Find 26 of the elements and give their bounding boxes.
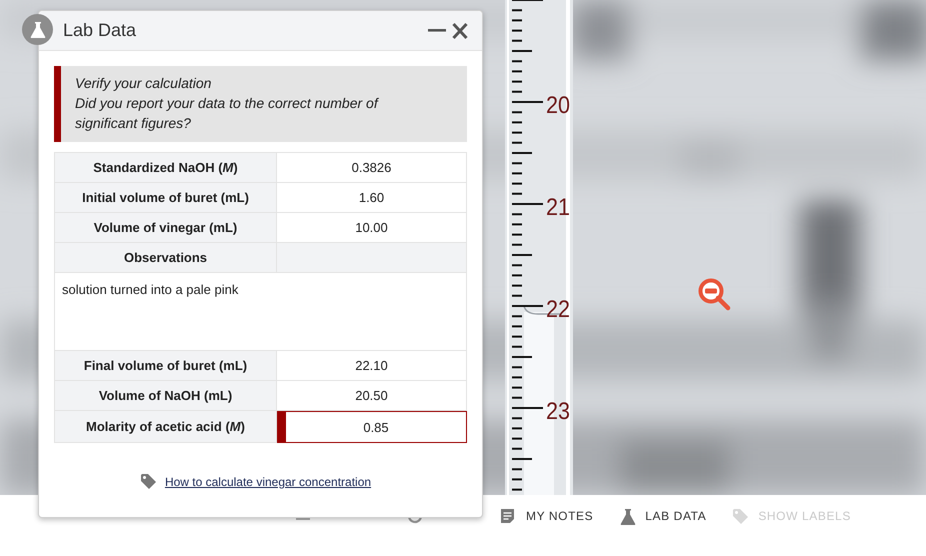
row-label: Volume of NaOH (mL) xyxy=(55,381,277,411)
tag-icon xyxy=(140,473,157,490)
table-cell: 1.60 xyxy=(277,183,467,213)
row-label: Standardized NaOH (M) xyxy=(55,153,277,183)
toolbar-button[interactable]: MY NOTES xyxy=(500,508,594,524)
minimize-icon[interactable] xyxy=(428,29,446,32)
flask-icon xyxy=(619,508,636,524)
notes-icon xyxy=(500,508,517,524)
window-title: Lab Data xyxy=(63,20,138,41)
answer-field[interactable]: 0.85 xyxy=(277,411,467,443)
buret-drawing: 20 21 22 23 xyxy=(505,0,573,495)
row-label: Molarity of acetic acid (M) xyxy=(55,411,277,443)
alert-heading: Verify your calculation xyxy=(75,74,212,93)
zoom-out-icon[interactable] xyxy=(698,278,730,310)
tag-icon xyxy=(732,508,750,524)
table-cell: 22.10 xyxy=(277,351,467,381)
alert-message: Did you report your data to the correct number of significant figures? xyxy=(75,94,380,133)
toolbar-button[interactable]: LAB DATA xyxy=(619,508,706,524)
observations-text: solution turned into a pale pink xyxy=(55,273,467,351)
row-label: Observations xyxy=(55,243,277,273)
close-icon[interactable] xyxy=(452,22,468,40)
help-link[interactable]: How to calculate vinegar concentration xyxy=(164,474,372,488)
table-cell: 0.3826 xyxy=(277,153,467,183)
row-label: Volume of vinegar (mL) xyxy=(55,213,277,243)
row-label: Final volume of buret (mL) xyxy=(55,351,277,381)
row-label: Initial volume of buret (mL) xyxy=(55,183,277,213)
